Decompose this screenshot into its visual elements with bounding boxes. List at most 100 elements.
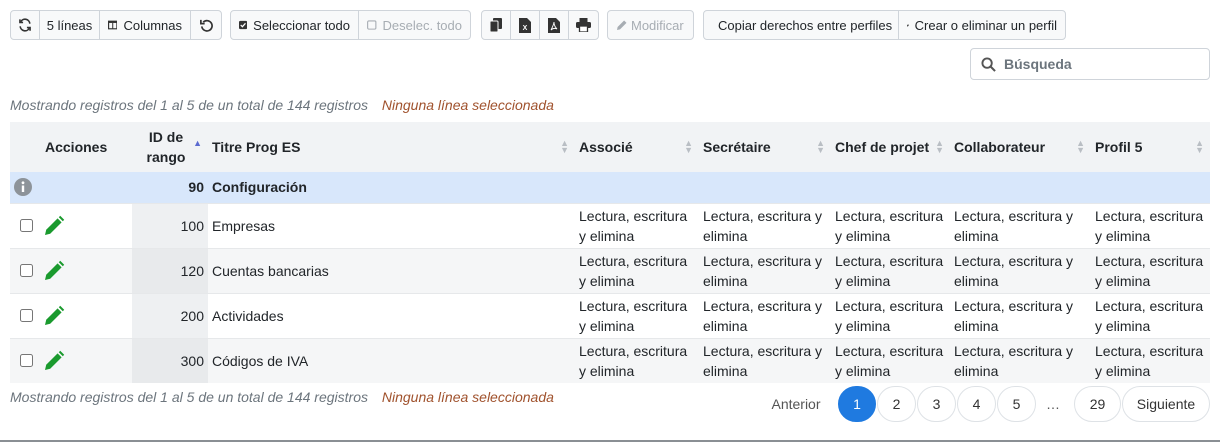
table-row[interactable]: 200 Actividades Lectura, escritura y eli… xyxy=(10,292,1210,338)
associe-cell: Lectura, escritura y elimina xyxy=(575,202,699,248)
sort-icon: ▲ ▼ xyxy=(1076,138,1085,155)
edit-pencil-icon[interactable] xyxy=(43,215,65,237)
search-input[interactable] xyxy=(1002,55,1202,73)
chef-cell: Lectura, escritura y elimina xyxy=(831,202,950,248)
page-button-3[interactable]: 3 xyxy=(917,386,956,422)
refresh-button[interactable] xyxy=(11,11,40,39)
col-header-profil5[interactable]: Profil 5 ▲ ▼ xyxy=(1091,122,1210,172)
copy-rights-label: Copiar derechos entre perfiles xyxy=(718,17,893,33)
modify-button[interactable]: Modificar xyxy=(608,11,693,39)
group-info-cell xyxy=(10,172,132,203)
col-header-associe[interactable]: Associé ▲ ▼ xyxy=(575,122,699,172)
select-all-label: Seleccionar todo xyxy=(253,17,350,33)
undo-button[interactable] xyxy=(191,11,221,39)
table-row[interactable]: 100 Empresas Lectura, escritura y elimin… xyxy=(10,202,1210,248)
refresh-icon xyxy=(19,18,31,32)
print-icon xyxy=(576,18,591,32)
pdf-file-icon xyxy=(548,17,560,33)
page-button-2[interactable]: 2 xyxy=(877,386,916,422)
selection-button-group: Seleccionar todo Deselec. todo xyxy=(230,10,471,40)
actions-cell xyxy=(10,292,132,338)
create-profile-label: Crear o eliminar un perfil xyxy=(914,17,1057,33)
profil5-cell: Lectura, escritura y elimina xyxy=(1091,292,1210,338)
col-header-profil5-label: Profil 5 xyxy=(1095,139,1143,155)
deselect-all-button[interactable]: Deselec. todo xyxy=(359,11,470,39)
id-cell: 200 xyxy=(132,292,208,338)
secretaire-cell: Lectura, escritura y elimina xyxy=(699,292,831,338)
pagination-ellipsis: … xyxy=(1046,396,1060,412)
edit-pencil-icon[interactable] xyxy=(43,305,65,327)
sort-icon: ▲ ▼ xyxy=(935,138,944,155)
columns-button[interactable]: Columnas xyxy=(100,11,191,39)
records-summary-bottom: Mostrando registros del 1 al 5 de un tot… xyxy=(10,389,554,405)
col-header-title[interactable]: Titre Prog ES ▲ ▼ xyxy=(208,122,575,172)
view-button-group: 5 líneas Columnas xyxy=(10,10,222,40)
copy-rights-button[interactable]: Copiar derechos entre perfiles xyxy=(704,11,899,39)
copy-button[interactable] xyxy=(482,11,511,39)
title-cell: Empresas xyxy=(208,202,575,248)
records-summary-top: Mostrando registros del 1 al 5 de un tot… xyxy=(10,97,554,113)
chef-cell: Lectura, escritura y elimina xyxy=(831,247,950,293)
collaborateur-cell: Lectura, escritura y elimina xyxy=(950,247,1091,293)
profil5-cell: Lectura, escritura y elimina xyxy=(1091,202,1210,248)
search-box xyxy=(970,48,1210,80)
row-checkbox[interactable] xyxy=(20,264,33,278)
collaborateur-cell: Lectura, escritura y elimina xyxy=(950,337,1091,383)
columns-icon xyxy=(108,20,118,30)
sort-icon: ▲ ▼ xyxy=(1195,138,1204,155)
modify-label: Modificar xyxy=(631,17,684,33)
col-header-secretaire[interactable]: Secrétaire ▲ ▼ xyxy=(699,122,831,172)
search-icon xyxy=(981,56,996,72)
info-icon[interactable] xyxy=(14,178,32,197)
col-header-chef-label: Chef de projet xyxy=(835,139,930,155)
col-header-actions-label: Acciones xyxy=(45,139,108,155)
export-pdf-button[interactable] xyxy=(540,11,569,39)
col-header-collaborateur-label: Collaborateur xyxy=(954,139,1046,155)
edit-pencil-icon[interactable] xyxy=(43,260,65,282)
row-checkbox[interactable] xyxy=(20,354,33,368)
previous-page-button[interactable]: Anterior xyxy=(760,386,832,422)
modify-button-group: Modificar xyxy=(607,10,694,40)
edit-pencil-icon[interactable] xyxy=(43,350,65,372)
export-excel-button[interactable]: X xyxy=(511,11,540,39)
profil5-cell: Lectura, escritura y elimina xyxy=(1091,247,1210,293)
col-header-collaborateur[interactable]: Collaborateur ▲ ▼ xyxy=(950,122,1091,172)
create-profile-button[interactable]: Crear o eliminar un perfil xyxy=(899,11,1065,39)
secretaire-cell: Lectura, escritura y elimina xyxy=(699,202,831,248)
svg-text:X: X xyxy=(523,25,528,32)
select-all-button[interactable]: Seleccionar todo xyxy=(231,11,359,39)
page-button-4[interactable]: 4 xyxy=(957,386,996,422)
selection-status-text: Ninguna línea seleccionada xyxy=(381,97,554,113)
chef-cell: Lectura, escritura y elimina xyxy=(831,337,950,383)
page-button-last[interactable]: 29 xyxy=(1074,386,1121,422)
page-button-5[interactable]: 5 xyxy=(997,386,1036,422)
deselect-all-label: Deselec. todo xyxy=(382,17,463,33)
group-empty-cell xyxy=(575,172,1210,203)
table-row[interactable]: 300 Códigos de IVA Lectura, escritura y … xyxy=(10,337,1210,383)
associe-cell: Lectura, escritura y elimina xyxy=(575,292,699,338)
title-cell: Actividades xyxy=(208,292,575,338)
sort-asc-icon: ▲ xyxy=(193,138,202,148)
actions-cell xyxy=(10,337,132,383)
secretaire-cell: Lectura, escritura y elimina xyxy=(699,247,831,293)
profil5-cell: Lectura, escritura y elimina xyxy=(1091,337,1210,383)
pencil-icon xyxy=(617,20,627,30)
bottom-divider xyxy=(0,440,1220,442)
group-title-cell: Configuración xyxy=(208,172,575,203)
collaborateur-cell: Lectura, escritura y elimina xyxy=(950,202,1091,248)
print-button[interactable] xyxy=(569,11,598,39)
col-header-chef[interactable]: Chef de projet ▲ ▼ xyxy=(831,122,950,172)
table-row[interactable]: 120 Cuentas bancarias Lectura, escritura… xyxy=(10,247,1210,293)
columns-label: Columnas xyxy=(123,17,182,33)
next-page-button[interactable]: Siguiente xyxy=(1122,386,1210,422)
page-button-1[interactable]: 1 xyxy=(838,386,876,422)
selection-status-text: Ninguna línea seleccionada xyxy=(381,389,554,405)
col-header-id[interactable]: ID de rango ▲ xyxy=(132,122,208,172)
row-checkbox[interactable] xyxy=(20,309,33,323)
rights-table: Acciones ID de rango ▲ Titre Prog ES ▲ ▼ As… xyxy=(10,122,1210,383)
export-button-group: X xyxy=(481,10,599,40)
empty-box-icon xyxy=(367,20,377,30)
lines-per-page-button[interactable]: 5 líneas xyxy=(40,11,100,39)
col-header-associe-label: Associé xyxy=(579,139,633,155)
row-checkbox[interactable] xyxy=(20,219,33,233)
